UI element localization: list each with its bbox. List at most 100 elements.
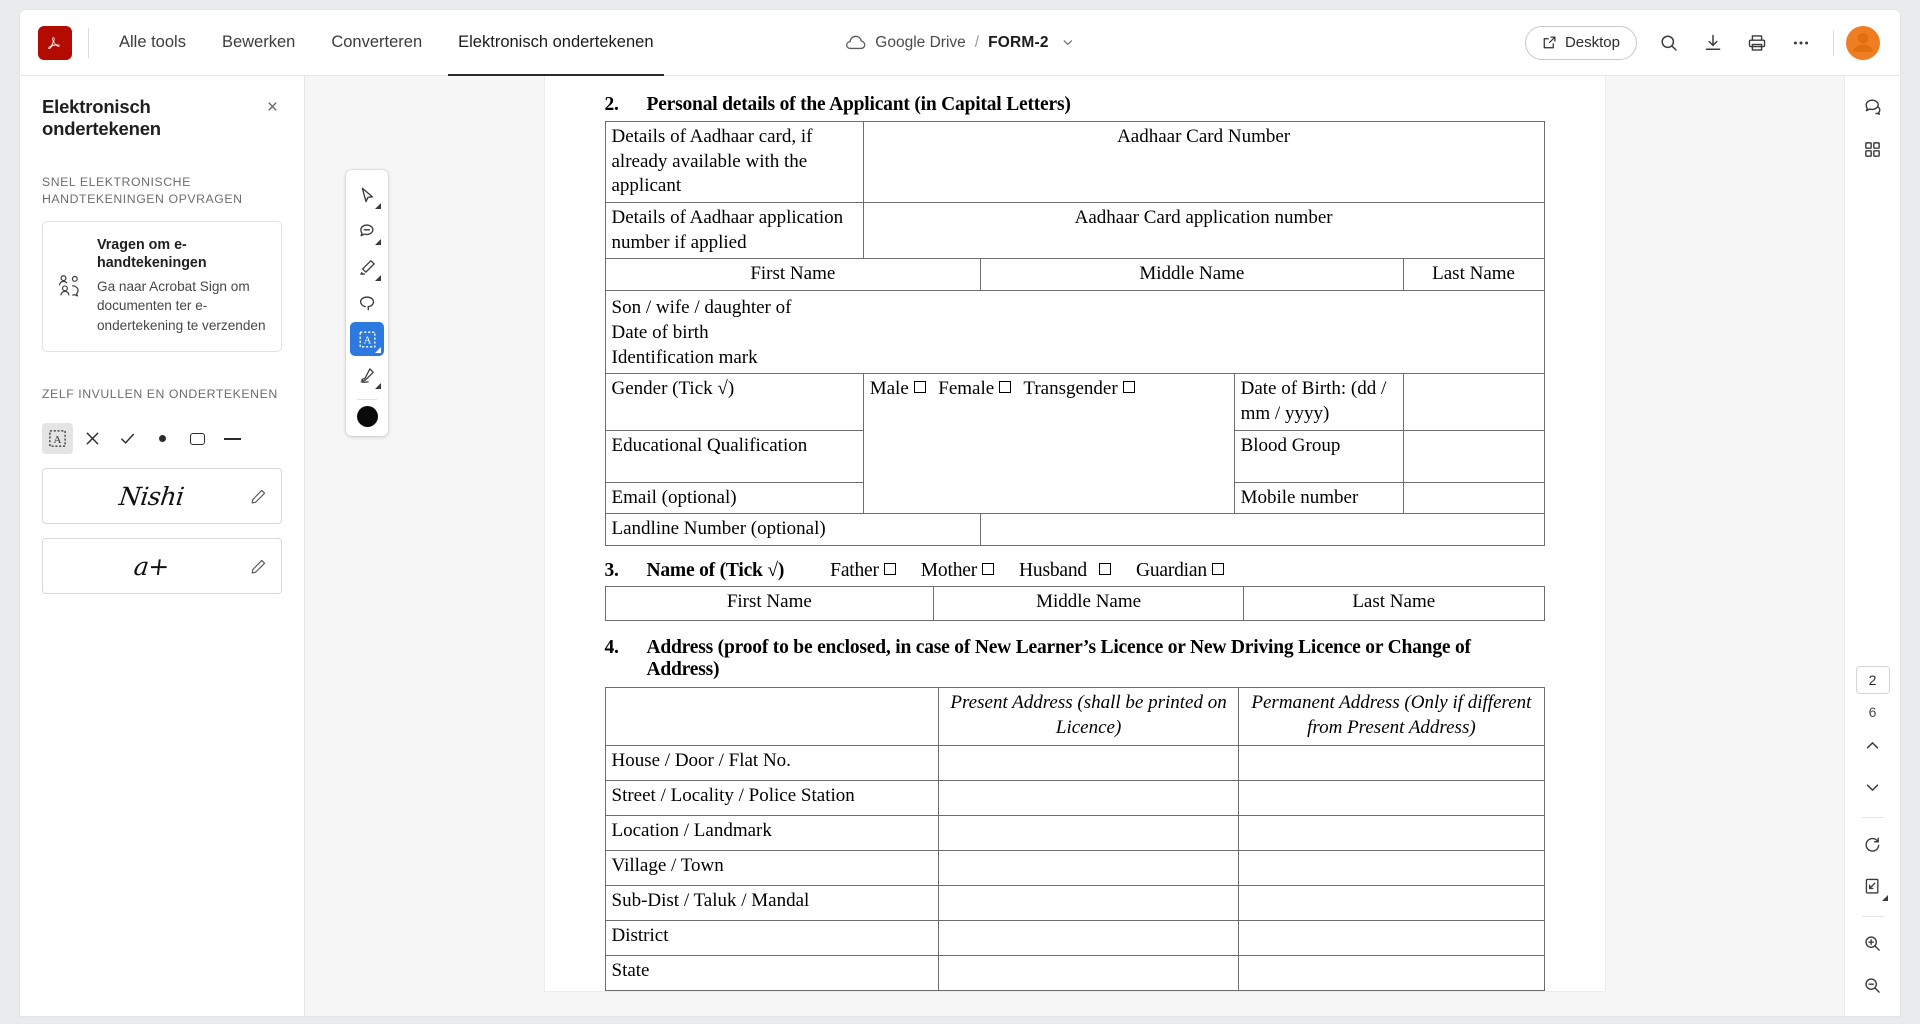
chevron-corner-icon bbox=[375, 203, 381, 209]
table-row-landline: Landline Number (optional) bbox=[604, 513, 1545, 546]
more-options-icon[interactable] bbox=[1781, 23, 1821, 63]
edit-pencil-icon[interactable] bbox=[250, 558, 267, 575]
next-page-icon[interactable] bbox=[1854, 768, 1892, 806]
checkbox-male[interactable] bbox=[913, 381, 926, 394]
present-address-cell[interactable] bbox=[937, 954, 1240, 991]
main-body: Elektronisch ondertekenen × SNEL ELEKTRO… bbox=[20, 76, 1900, 1016]
fit-page-icon[interactable] bbox=[1854, 867, 1892, 905]
previous-page-icon[interactable] bbox=[1854, 726, 1892, 764]
present-address-cell[interactable] bbox=[937, 884, 1240, 921]
grid-glyph bbox=[1865, 141, 1880, 157]
present-address-cell[interactable] bbox=[937, 849, 1240, 886]
dob-value-cell[interactable] bbox=[1402, 373, 1545, 431]
table-row-relation: Son / wife / daughter of Date of birth I… bbox=[604, 290, 1545, 375]
blood-group-value-cell[interactable] bbox=[1402, 429, 1545, 483]
line-tool[interactable] bbox=[217, 423, 248, 454]
total-pages-label: 6 bbox=[1868, 704, 1877, 720]
cross-mark-tool[interactable] bbox=[77, 423, 108, 454]
panel-header: Elektronisch ondertekenen × bbox=[42, 96, 282, 140]
avatar[interactable] bbox=[1846, 25, 1880, 60]
option-father[interactable]: Father bbox=[830, 560, 899, 582]
option-guardian[interactable]: Guardian bbox=[1136, 560, 1227, 582]
line-icon bbox=[224, 438, 241, 440]
checkbox-father[interactable] bbox=[883, 562, 896, 575]
vertical-scrollbar[interactable] bbox=[1834, 76, 1844, 1016]
add-text-tool[interactable]: A bbox=[42, 423, 73, 455]
breadcrumb-storage[interactable]: Google Drive bbox=[875, 34, 965, 52]
zoom-in-icon[interactable] bbox=[1854, 924, 1892, 962]
chevron-down-icon[interactable] bbox=[1062, 36, 1075, 49]
nav-tab-elektronisch-ondertekenen[interactable]: Elektronisch ondertekenen bbox=[440, 10, 671, 76]
mobile-value-cell[interactable] bbox=[1402, 481, 1545, 515]
current-page-input[interactable]: 2 bbox=[1855, 666, 1890, 694]
check-mark-tool[interactable] bbox=[112, 423, 143, 454]
print-icon[interactable] bbox=[1737, 23, 1777, 63]
option-husband[interactable]: Husband bbox=[1019, 560, 1114, 582]
checkbox-female[interactable] bbox=[999, 381, 1012, 394]
mobile-label-cell: Mobile number bbox=[1233, 481, 1404, 515]
dot-icon bbox=[159, 435, 166, 443]
checkbox-mother[interactable] bbox=[982, 562, 995, 575]
rectangle-tool[interactable] bbox=[182, 423, 213, 454]
checkbox-transgender[interactable] bbox=[1122, 381, 1135, 394]
open-in-desktop-button[interactable]: Desktop bbox=[1524, 25, 1637, 60]
comment-panel-icon[interactable] bbox=[1854, 88, 1892, 126]
request-esignatures-card[interactable]: Vragen om e-handtekeningen Ga naar Acrob… bbox=[42, 220, 282, 352]
edit-pencil-icon[interactable] bbox=[250, 488, 267, 505]
rail-divider bbox=[1861, 817, 1884, 818]
download-icon[interactable] bbox=[1693, 23, 1733, 63]
all-tools-grid-icon[interactable] bbox=[1854, 130, 1892, 168]
fit-page-glyph bbox=[1865, 878, 1879, 894]
saved-signature-item[interactable]: Nishi bbox=[42, 468, 282, 525]
permanent-address-cell[interactable] bbox=[1238, 919, 1545, 956]
chevron-corner-icon bbox=[375, 239, 381, 245]
acrobat-logo[interactable] bbox=[38, 25, 72, 60]
rail-divider bbox=[1861, 916, 1884, 917]
close-icon[interactable]: × bbox=[263, 96, 282, 119]
zoom-in-glyph bbox=[1865, 935, 1880, 951]
right-tool-rail: 2 6 bbox=[1844, 76, 1900, 1016]
acrobat-window: Alle tools Bewerken Converteren Elektron… bbox=[20, 10, 1900, 1016]
rotate-page-icon[interactable] bbox=[1854, 825, 1892, 863]
permanent-address-cell[interactable] bbox=[1238, 954, 1545, 991]
checkbox-guardian[interactable] bbox=[1211, 562, 1224, 575]
add-text-field-tool[interactable]: A bbox=[350, 322, 384, 356]
comment-tool[interactable] bbox=[350, 214, 384, 248]
sign-tool[interactable] bbox=[350, 358, 384, 392]
checkbox-husband[interactable] bbox=[1098, 562, 1111, 575]
annotation-toolbar: A bbox=[346, 170, 388, 436]
chevron-corner-icon bbox=[1881, 895, 1888, 901]
address-row-label: Sub-Dist / Taluk / Mandal bbox=[604, 884, 939, 921]
dot-tool[interactable] bbox=[147, 423, 178, 454]
nav-tab-bewerken[interactable]: Bewerken bbox=[204, 10, 313, 76]
gender-options-cell[interactable]: Male Female Transgender bbox=[862, 373, 1235, 515]
permanent-address-cell[interactable] bbox=[1238, 814, 1545, 851]
permanent-address-cell[interactable] bbox=[1238, 884, 1545, 921]
nav-tab-alle-tools[interactable]: Alle tools bbox=[101, 10, 204, 76]
landline-value-cell[interactable] bbox=[980, 513, 1545, 546]
aadhaar-number-cell[interactable]: Aadhaar Card Number bbox=[862, 120, 1545, 204]
permanent-address-cell[interactable] bbox=[1238, 779, 1545, 816]
present-address-cell[interactable] bbox=[937, 779, 1240, 816]
aadhaar-app-number-cell[interactable]: Aadhaar Card application number bbox=[862, 202, 1545, 260]
permanent-address-cell[interactable] bbox=[1238, 744, 1545, 781]
present-address-cell[interactable] bbox=[937, 744, 1240, 781]
highlight-tool[interactable] bbox=[350, 250, 384, 284]
relation-cell[interactable]: Son / wife / daughter of Date of birth I… bbox=[604, 290, 1545, 375]
present-address-cell[interactable] bbox=[937, 919, 1240, 956]
saved-signature-item[interactable]: a+ bbox=[42, 538, 282, 595]
option-mother[interactable]: Mother bbox=[921, 560, 997, 582]
select-cursor-tool[interactable] bbox=[350, 178, 384, 212]
last-name-header: Last Name bbox=[1243, 585, 1545, 621]
document-viewport[interactable]: 2. Personal details of the Applicant (in… bbox=[305, 76, 1844, 1016]
nav-tab-converteren[interactable]: Converteren bbox=[313, 10, 440, 76]
permanent-address-cell[interactable] bbox=[1238, 849, 1545, 886]
lasso-draw-tool[interactable] bbox=[350, 286, 384, 320]
present-address-cell[interactable] bbox=[937, 814, 1240, 851]
table-row: Sub-Dist / Taluk / Mandal bbox=[604, 884, 1545, 921]
check-icon bbox=[121, 434, 135, 444]
zoom-out-icon[interactable] bbox=[1854, 966, 1892, 1004]
search-icon[interactable] bbox=[1649, 23, 1689, 63]
address-row-label: Village / Town bbox=[604, 849, 939, 886]
color-swatch-button[interactable] bbox=[356, 406, 378, 427]
